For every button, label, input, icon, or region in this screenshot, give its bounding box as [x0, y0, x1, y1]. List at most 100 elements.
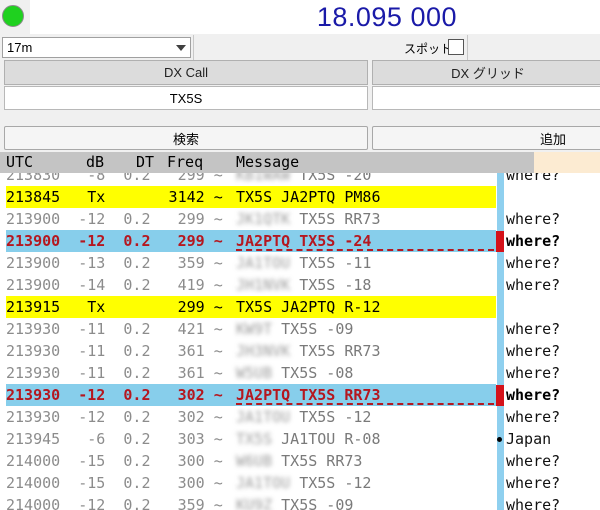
row-message: JH1NVK TX5S -18	[236, 276, 372, 294]
redacted-callsign: JA1TOU	[236, 408, 291, 426]
redacted-callsign: JA1TOU	[236, 254, 291, 272]
row-fields: 214000 -15 0.2 300 ~	[6, 474, 223, 492]
chevron-down-icon[interactable]	[172, 38, 190, 57]
my-call-underline	[236, 403, 494, 405]
row-location: where?	[506, 320, 561, 338]
redacted-callsign: KU9Z	[236, 496, 273, 510]
redacted-callsign: KW9T	[236, 320, 273, 338]
band-select-value: 17m	[7, 40, 33, 55]
row-location: where?	[506, 386, 561, 404]
bullet-icon	[497, 437, 502, 442]
redacted-callsign: JA1TOU	[236, 474, 291, 492]
column-dt: DT	[136, 153, 155, 171]
decode-row[interactable]: 213845 Tx 3142 ~ TX5S JA2PTQ PM86	[0, 186, 600, 208]
decode-row[interactable]: 213915 Tx 299 ~ TX5S JA2PTQ R-12	[0, 296, 600, 318]
spot-label: スポット	[404, 42, 453, 56]
row-fields: 213930 -12 0.2 302 ~	[6, 408, 223, 426]
decode-row[interactable]: 213930 -11 0.2 421 ~ KW9T TX5S -09 where?	[0, 318, 600, 340]
row-message: KU9Z TX5S -09	[236, 494, 353, 510]
row-fields: 213900 -12 0.2 299 ~	[6, 232, 223, 250]
row-location: where?	[506, 276, 561, 294]
row-message: W5UB TX5S -08	[236, 364, 354, 382]
top-bar: 18.095 000	[0, 0, 600, 34]
divider	[467, 35, 468, 60]
row-location: where?	[506, 232, 561, 250]
row-message: TX5S JA1TOU R-08	[236, 430, 381, 448]
row-location: Japan	[506, 430, 552, 448]
row-location: where?	[506, 173, 561, 184]
row-location: where?	[506, 452, 561, 470]
decode-row[interactable]: 213945 -6 0.2 303 ~ TX5S JA1TOU R-08 Japan	[0, 428, 600, 450]
redacted-callsign: JH3NVK	[236, 342, 291, 360]
row-message: JA1TOU TX5S -12	[236, 474, 372, 492]
row-location: where?	[506, 254, 561, 272]
decode-row[interactable]: 213930 -12 0.2 302 ~ JA2PTQ TX5S RR73 wher…	[0, 384, 600, 406]
decode-row[interactable]: 213930 -11 0.2 361 ~ JH3NVK TX5S RR73 wher…	[0, 340, 600, 362]
row-message: W6UB TX5S RR73	[236, 452, 363, 470]
redacted-callsign: W5UB	[236, 364, 273, 382]
redacted-callsign: JH1NVK	[236, 276, 291, 294]
decode-row[interactable]: 214000 -15 0.2 300 ~ W6UB TX5S RR73 where?	[0, 450, 600, 472]
frequency-display: 18.095 000	[30, 0, 600, 34]
header-spacer	[534, 152, 600, 173]
row-location: where?	[506, 342, 561, 360]
row-message: JK1QTK TX5S RR73	[236, 210, 381, 228]
dx-grid-header: DX グリッド	[372, 60, 600, 85]
dx-call-header: DX Call	[4, 60, 368, 85]
row-fields: 213900 -13 0.2 359 ~	[6, 254, 223, 272]
decode-row[interactable]: 214000 -15 0.2 300 ~ JA1TOU TX5S -12 where…	[0, 472, 600, 494]
row-fields: 213930 -11 0.2 361 ~	[6, 342, 223, 360]
frequency-readout: 18.095 000	[316, 2, 457, 32]
dx-call-input[interactable]: TX5S	[4, 86, 368, 110]
row-fields: 213830 -8 0.2 299 ~	[6, 173, 223, 184]
row-fields: 213845 Tx 3142 ~	[6, 188, 223, 206]
column-freq: Freq	[167, 153, 204, 171]
row-message: TX5S JA2PTQ R-12	[236, 298, 381, 316]
my-call-marker	[496, 231, 504, 252]
row-fields: 213900 -14 0.2 419 ~	[6, 276, 223, 294]
row-location: where?	[506, 364, 561, 382]
column-header: UTC dB DT Freq Message	[0, 152, 534, 173]
column-message: Message	[236, 153, 300, 171]
row-fields: 213930 -11 0.2 361 ~	[6, 364, 223, 382]
row-message: TX5S JA2PTQ PM86	[236, 188, 381, 206]
decode-row[interactable]: 213830 -8 0.2 299 ~ KB1WAW TX5S -20 where?	[0, 173, 600, 186]
row-message: JH3NVK TX5S RR73	[236, 342, 381, 360]
row-fields: 213930 -12 0.2 302 ~	[6, 386, 223, 404]
column-utc: UTC	[6, 153, 34, 171]
row-message: KB1WAW TX5S -20	[236, 173, 371, 186]
row-fields: 213930 -11 0.2 421 ~	[6, 320, 223, 338]
row-fields: 214000 -15 0.2 300 ~	[6, 452, 223, 470]
add-button[interactable]: 追加	[372, 126, 600, 150]
redacted-callsign: W6UB	[236, 452, 273, 470]
column-db: dB	[86, 153, 105, 171]
decode-row[interactable]: 213930 -12 0.2 302 ~ JA1TOU TX5S -12 where…	[0, 406, 600, 428]
decode-row[interactable]: 213930 -11 0.2 361 ~ W5UB TX5S -08 where?	[0, 362, 600, 384]
row-message: KW9T TX5S -09	[236, 320, 354, 338]
decode-row[interactable]: 213900 -14 0.2 419 ~ JH1NVK TX5S -18 where…	[0, 274, 600, 296]
row-message: JA1TOU TX5S -12	[236, 408, 372, 426]
redacted-callsign: TX5S	[236, 430, 273, 448]
decode-row[interactable]: 213900 -13 0.2 359 ~ JA1TOU TX5S -11 where…	[0, 252, 600, 274]
row-message: JA1TOU TX5S -11	[236, 254, 372, 272]
decode-row[interactable]: 213900 -12 0.2 299 ~ JA2PTQ TX5S -24 where…	[0, 230, 600, 252]
row-fields: 214000 -12 0.2 359 ~	[6, 496, 223, 510]
divider	[193, 35, 194, 60]
band-select[interactable]: 17m	[2, 37, 191, 58]
row-location: where?	[506, 408, 561, 426]
row-location: where?	[506, 496, 561, 510]
decode-row[interactable]: 214000 -12 0.2 359 ~ KU9Z TX5S -09 where?	[0, 494, 600, 510]
status-led-icon	[2, 5, 24, 27]
spot-checkbox[interactable]	[448, 39, 464, 55]
redacted-callsign: KB1WAW	[236, 173, 291, 184]
redacted-callsign: JK1QTK	[236, 210, 291, 228]
search-button[interactable]: 検索	[4, 126, 368, 150]
decode-row[interactable]: 213900 -12 0.2 299 ~ JK1QTK TX5S RR73 wher…	[0, 208, 600, 230]
decode-list[interactable]: 213830 -8 0.2 299 ~ KB1WAW TX5S -20 where?…	[0, 173, 600, 510]
my-call-marker	[496, 385, 504, 406]
dx-grid-input[interactable]	[372, 86, 600, 110]
row-fields: 213915 Tx 299 ~	[6, 298, 223, 316]
my-call-underline	[236, 249, 494, 251]
row-location: where?	[506, 474, 561, 492]
row-fields: 213900 -12 0.2 299 ~	[6, 210, 223, 228]
